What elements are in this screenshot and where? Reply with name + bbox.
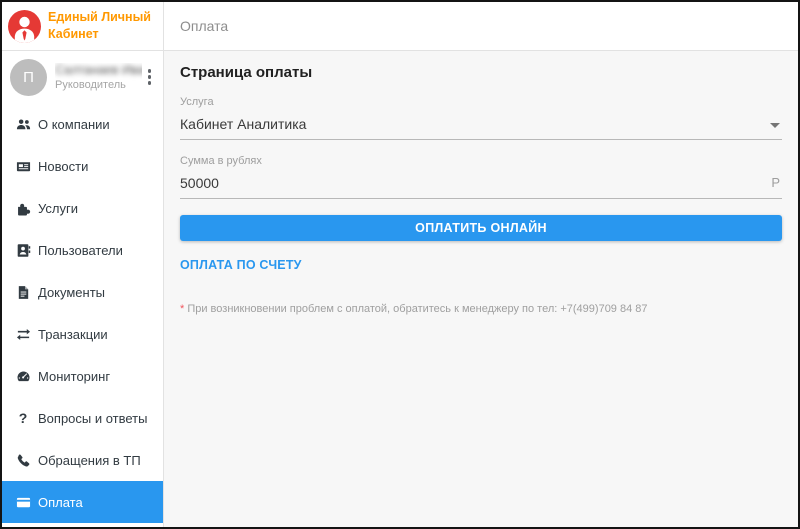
- app-title: Единый Личный Кабинет: [48, 9, 151, 43]
- users-icon: [14, 117, 32, 132]
- sidebar-item-label: Транзакции: [38, 327, 108, 342]
- sidebar-item-documents[interactable]: Документы: [2, 271, 163, 313]
- sidebar-item-users[interactable]: Пользователи: [2, 229, 163, 271]
- sidebar-item-company[interactable]: О компании: [2, 103, 163, 145]
- support-note: * При возникновении проблем с оплатой, о…: [180, 303, 782, 315]
- ruble-symbol: Р: [771, 175, 780, 190]
- phone-icon: [14, 453, 32, 468]
- sidebar-item-label: Документы: [38, 285, 105, 300]
- sidebar-item-news[interactable]: Новости: [2, 145, 163, 187]
- address-book-icon: [14, 243, 32, 258]
- sidebar-item-label: О компании: [38, 117, 110, 132]
- amount-label: Сумма в рублях: [180, 155, 782, 167]
- sidebar-item-label: Обращения в ТП: [38, 453, 141, 468]
- newspaper-icon: [14, 159, 32, 174]
- sidebar-item-label: Мониторинг: [38, 369, 110, 384]
- service-select[interactable]: Кабинет Аналитика: [180, 110, 782, 140]
- sidebar-item-services[interactable]: Услуги: [2, 187, 163, 229]
- user-profile: П Салтанаев Иван Руководитель: [2, 51, 163, 103]
- sidebar-item-transactions[interactable]: Транзакции: [2, 313, 163, 355]
- breadcrumb: Оплата: [180, 18, 228, 34]
- top-bar: Оплата: [164, 2, 798, 51]
- sidebar-item-label: Услуги: [38, 201, 78, 216]
- sidebar: Единый Личный Кабинет П Салтанаев Иван Р…: [2, 2, 164, 527]
- page-title: Страница оплаты: [180, 64, 782, 81]
- main-area: Оплата Страница оплаты Услуга Кабинет Ан…: [164, 2, 798, 527]
- amount-input[interactable]: 50000 Р: [180, 169, 782, 199]
- sidebar-menu: О компании Новости Услуги Пользователи: [2, 103, 163, 523]
- user-logo-icon: [8, 10, 41, 43]
- pay-by-invoice-link[interactable]: ОПЛАТА ПО СЧЕТУ: [180, 258, 302, 272]
- sidebar-item-label: Пользователи: [38, 243, 123, 258]
- sidebar-item-faq[interactable]: ? Вопросы и ответы: [2, 397, 163, 439]
- credit-card-icon: [14, 495, 32, 510]
- sidebar-item-label: Вопросы и ответы: [38, 411, 147, 426]
- chevron-down-icon: [770, 123, 780, 128]
- service-field: Услуга Кабинет Аналитика: [180, 96, 782, 140]
- profile-menu-button[interactable]: [142, 65, 158, 89]
- amount-value: 50000: [180, 175, 771, 191]
- sidebar-item-payment[interactable]: Оплата: [2, 481, 163, 523]
- pay-online-button[interactable]: ОПЛАТИТЬ ОНЛАЙН: [180, 215, 782, 241]
- sidebar-item-label: Оплата: [38, 495, 83, 510]
- amount-field: Сумма в рублях 50000 Р: [180, 155, 782, 199]
- support-note-text: При возникновении проблем с оплатой, обр…: [184, 303, 647, 315]
- payment-page: Страница оплаты Услуга Кабинет Аналитика…: [164, 51, 798, 315]
- puzzle-icon: [14, 201, 32, 216]
- user-name-blurred: Салтанаев Иван: [55, 63, 142, 77]
- avatar: П: [10, 59, 47, 96]
- app-logo[interactable]: Единый Личный Кабинет: [2, 2, 163, 51]
- sidebar-item-monitoring[interactable]: Мониторинг: [2, 355, 163, 397]
- tachometer-icon: [14, 369, 32, 384]
- document-icon: [14, 285, 32, 300]
- sidebar-item-label: Новости: [38, 159, 88, 174]
- service-value: Кабинет Аналитика: [180, 116, 770, 132]
- app-window: Единый Личный Кабинет П Салтанаев Иван Р…: [0, 0, 800, 529]
- question-icon: ?: [14, 410, 32, 426]
- service-label: Услуга: [180, 96, 782, 108]
- sidebar-item-support[interactable]: Обращения в ТП: [2, 439, 163, 481]
- exchange-icon: [14, 327, 32, 342]
- user-role: Руководитель: [55, 79, 142, 91]
